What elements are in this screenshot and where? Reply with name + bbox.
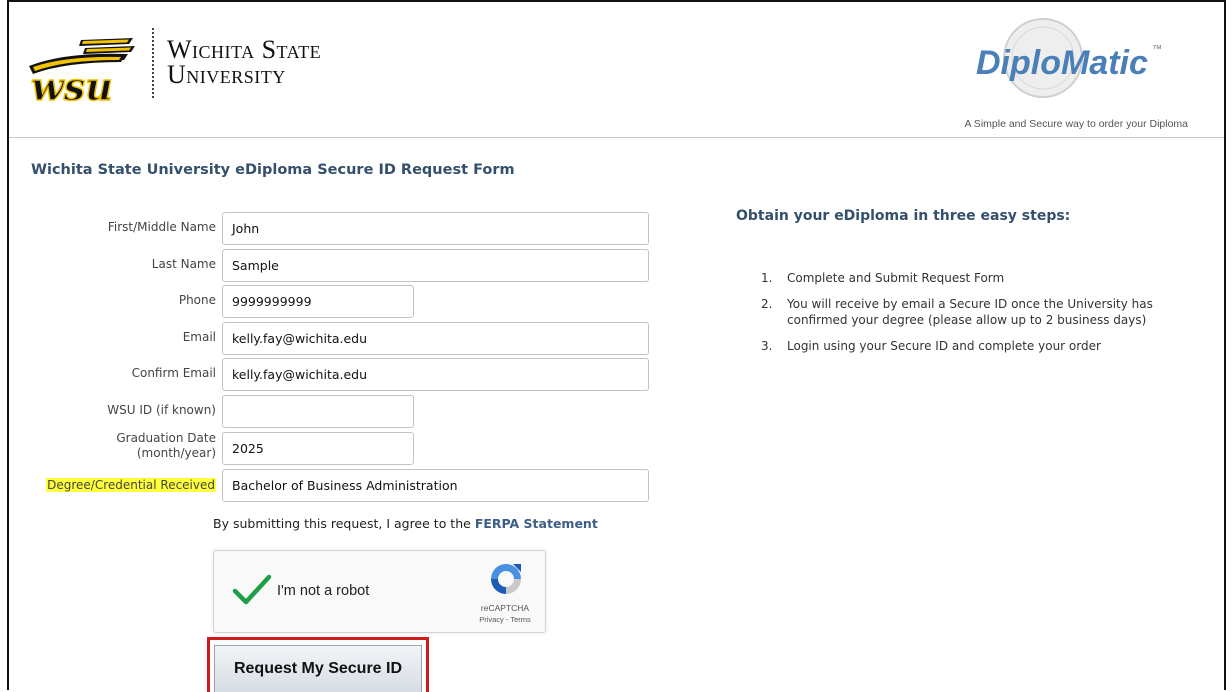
university-name-line1: Wichita State bbox=[167, 35, 322, 64]
diplomatic-tagline: A Simple and Secure way to order your Di… bbox=[964, 118, 1188, 130]
wsu-id-label: WSU ID (if known) bbox=[107, 403, 216, 417]
degree-input[interactable]: Bachelor of Business Administration bbox=[222, 469, 649, 502]
step-text: You will receive by email a Secure ID on… bbox=[787, 297, 1153, 327]
first-name-input[interactable]: John bbox=[222, 212, 649, 245]
checkmark-icon[interactable] bbox=[232, 573, 272, 607]
recaptcha-widget[interactable]: I'm not a robot reCAPTCHA Privacy - Term… bbox=[213, 550, 546, 633]
step-text: Login using your Secure ID and complete … bbox=[787, 339, 1101, 353]
phone-label: Phone bbox=[178, 293, 216, 307]
university-name-line2: University bbox=[167, 60, 286, 89]
email-input[interactable]: kelly.fay@wichita.edu bbox=[222, 322, 649, 355]
degree-label: Degree/Credential Received bbox=[1, 478, 216, 492]
step-number: 2. bbox=[761, 297, 773, 311]
recaptcha-brand: reCAPTCHA bbox=[480, 603, 530, 613]
degree-label-highlight: Degree/Credential Received bbox=[46, 478, 216, 492]
phone-input[interactable]: 9999999999 bbox=[222, 285, 414, 318]
step-number: 3. bbox=[761, 339, 773, 353]
steps-title: Obtain your eDiploma in three easy steps… bbox=[736, 208, 1071, 224]
request-secure-id-button[interactable]: Request My Secure ID bbox=[214, 645, 422, 692]
recaptcha-label: I'm not a robot bbox=[277, 583, 370, 599]
wsu-logo-text: wsu bbox=[31, 64, 113, 104]
logo-divider bbox=[152, 28, 154, 98]
page-frame: wsu Wichita State University DiploMatic … bbox=[7, 0, 1226, 692]
step-text: Complete and Submit Request Form bbox=[787, 271, 1005, 285]
first-name-label: First/Middle Name bbox=[107, 220, 216, 234]
step-item: 3. Login using your Secure ID and comple… bbox=[761, 338, 1211, 354]
agreement-prefix: By submitting this request, I agree to t… bbox=[213, 516, 475, 531]
recaptcha-logo-icon bbox=[491, 564, 521, 594]
recaptcha-privacy-terms[interactable]: Privacy - Terms bbox=[450, 615, 560, 624]
wsu-id-input[interactable] bbox=[222, 395, 414, 428]
last-name-input[interactable]: Sample bbox=[222, 249, 649, 282]
graduation-date-label-line2: (month/year) bbox=[136, 446, 216, 460]
email-label: Email bbox=[182, 330, 216, 344]
graduation-date-label-line1: Graduation Date bbox=[116, 431, 216, 445]
step-number: 1. bbox=[761, 271, 773, 285]
confirm-email-input[interactable]: kelly.fay@wichita.edu bbox=[222, 358, 649, 391]
graduation-date-input[interactable]: 2025 bbox=[222, 432, 414, 465]
ferpa-link[interactable]: FERPA Statement bbox=[475, 516, 598, 531]
diplomatic-brand-text: DiploMatic bbox=[976, 44, 1148, 82]
step-item: 2. You will receive by email a Secure ID… bbox=[761, 296, 1211, 328]
trademark-symbol: ™ bbox=[1152, 44, 1162, 55]
university-name: Wichita State University bbox=[167, 35, 322, 89]
diplomatic-logo: DiploMatic ™ bbox=[976, 18, 1162, 98]
form-title: Wichita State University eDiploma Secure… bbox=[31, 162, 515, 178]
steps-list: 1. Complete and Submit Request Form 2. Y… bbox=[761, 270, 1211, 364]
wsu-logo: wsu bbox=[29, 38, 135, 104]
graduation-date-label: Graduation Date (month/year) bbox=[9, 431, 216, 461]
step-item: 1. Complete and Submit Request Form bbox=[761, 270, 1211, 286]
last-name-label: Last Name bbox=[151, 257, 216, 271]
site-header: wsu Wichita State University DiploMatic … bbox=[9, 2, 1224, 138]
agreement-text: By submitting this request, I agree to t… bbox=[213, 516, 598, 531]
confirm-email-label: Confirm Email bbox=[131, 366, 216, 380]
